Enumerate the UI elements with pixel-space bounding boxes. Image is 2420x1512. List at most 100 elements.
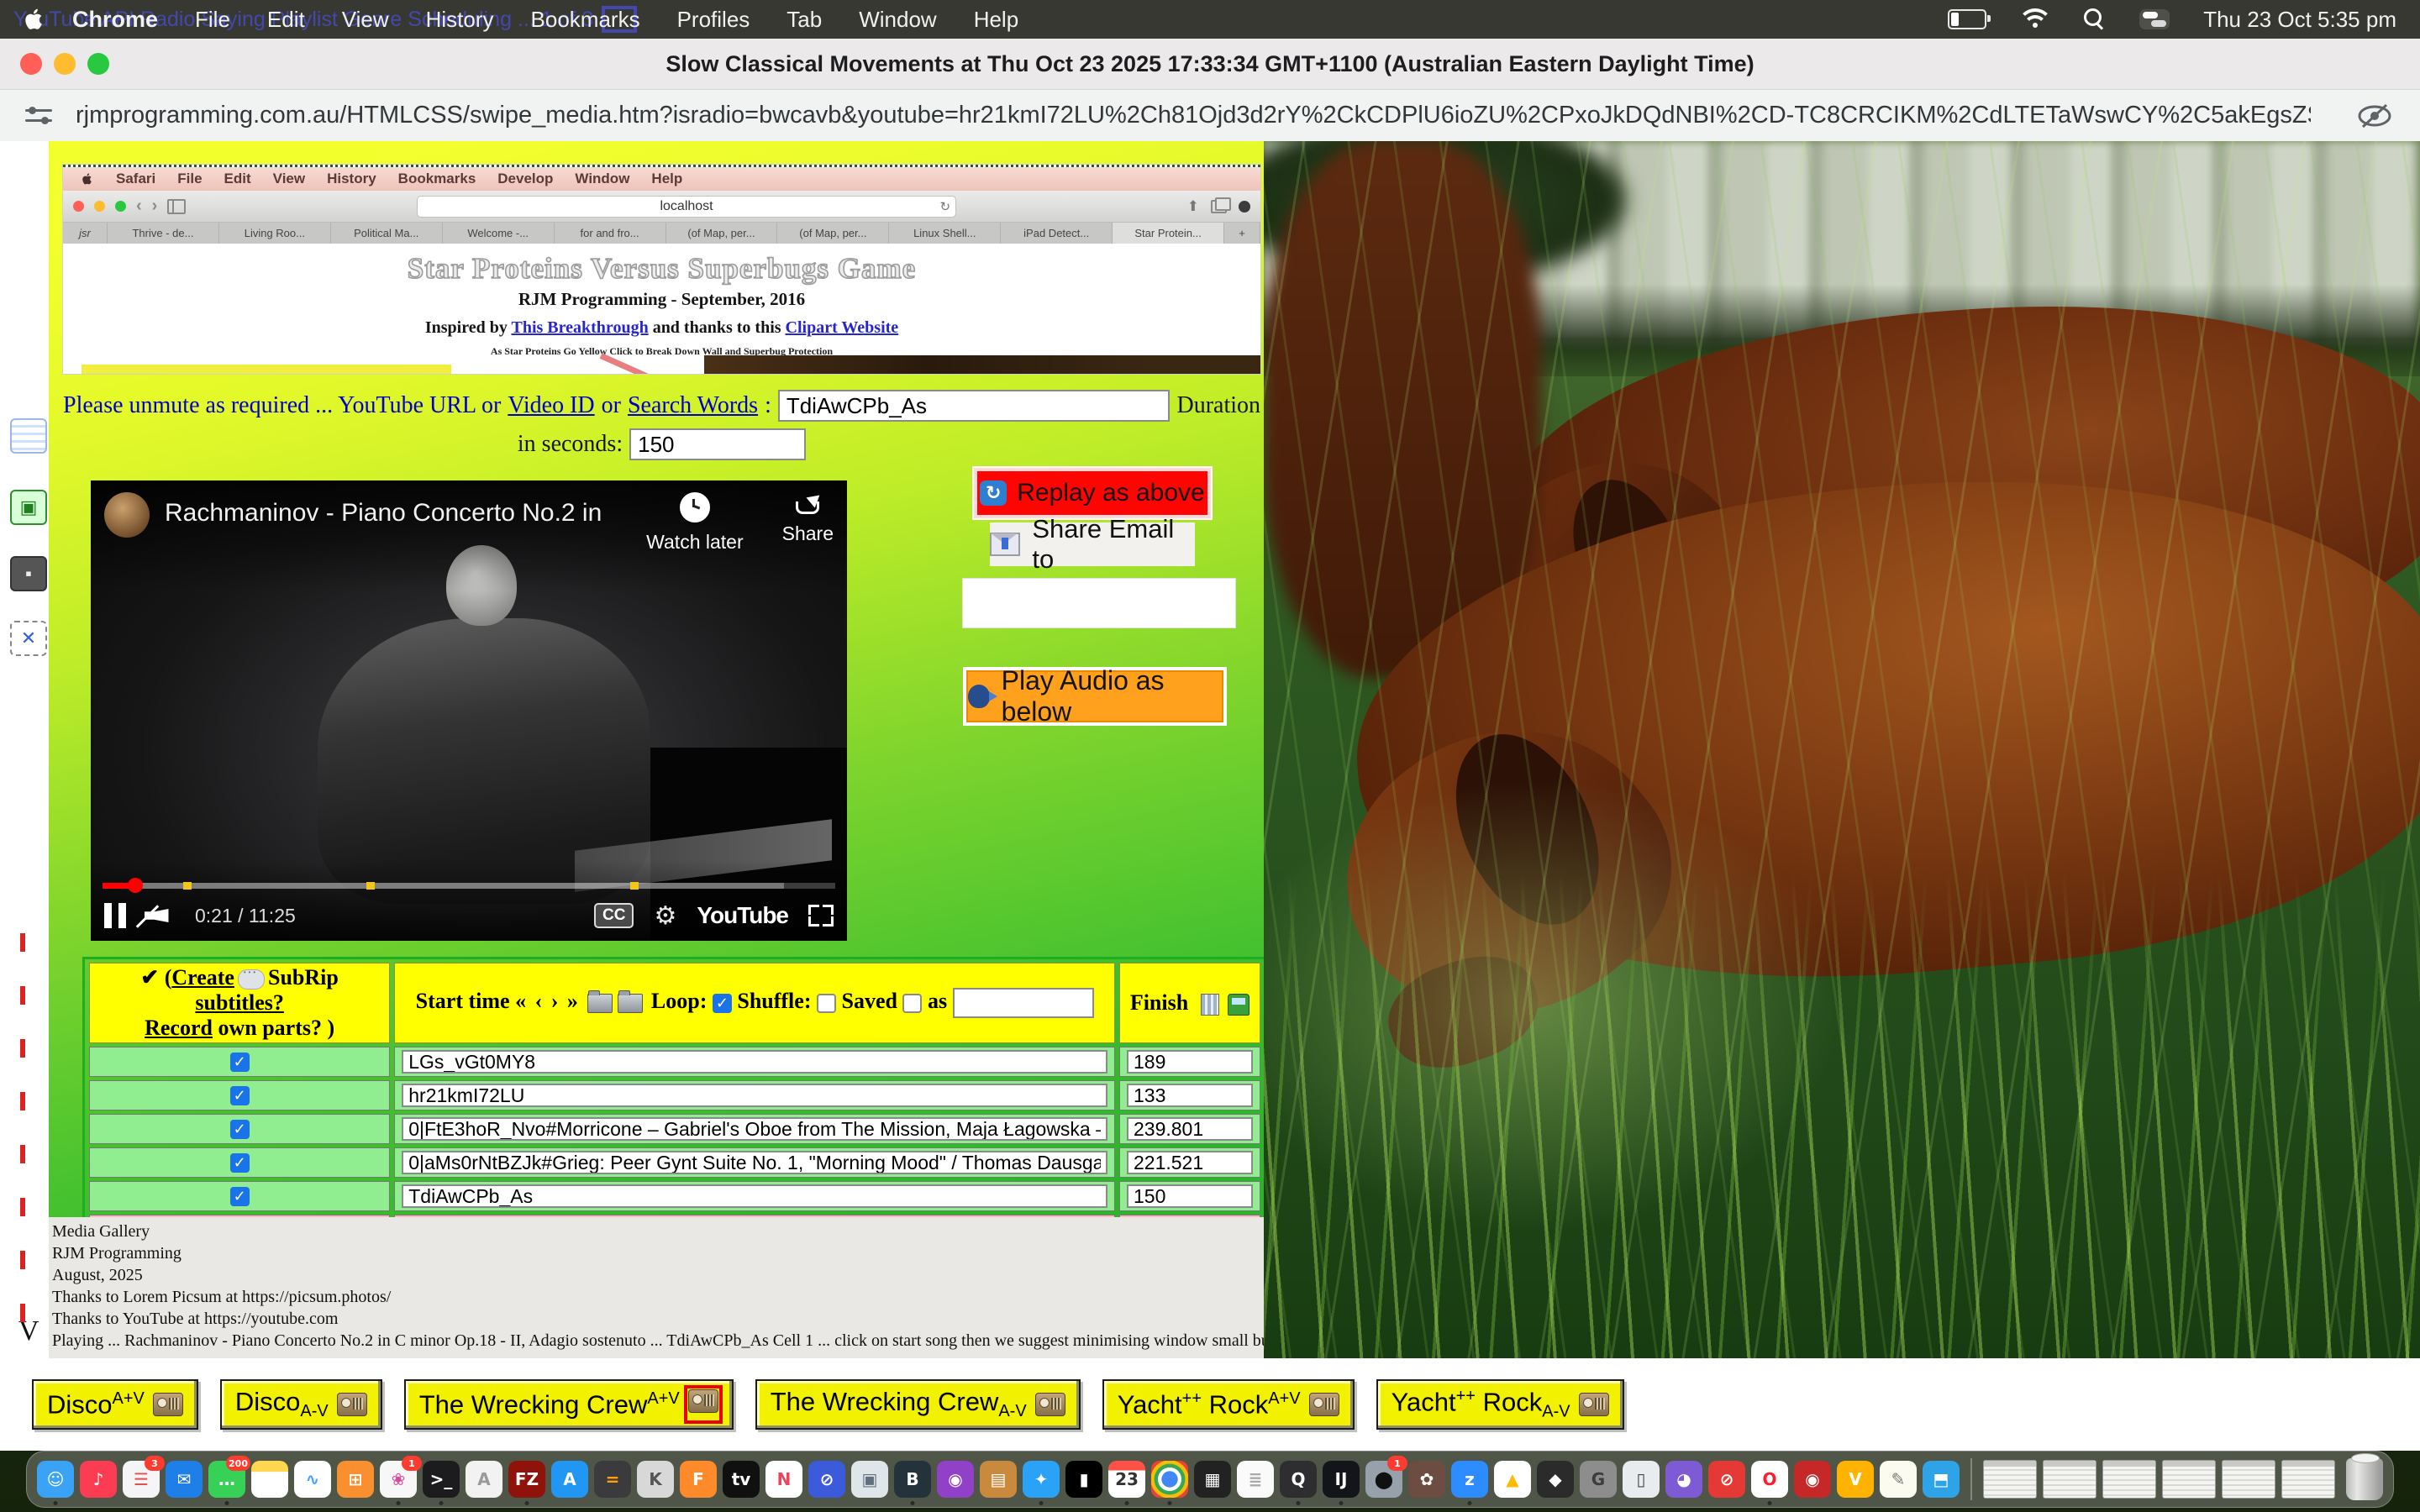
safari-close-button[interactable] <box>73 201 84 212</box>
genre-button-yacht-a-v[interactable]: Yacht++ RockA-V <box>1376 1379 1624 1430</box>
wifi-icon[interactable] <box>2020 8 2050 31</box>
safari-share-icon[interactable]: ⬆ <box>1187 198 1199 215</box>
safari-sidebar-icon[interactable] <box>167 199 186 214</box>
safari-menu-safari[interactable]: Safari <box>116 171 155 187</box>
minimized-window-thumbnail[interactable] <box>2162 1460 2216 1499</box>
youtube-logo[interactable]: YouTube <box>697 902 788 929</box>
genre-button-yacht-a+v[interactable]: Yacht++ RockA+V <box>1102 1379 1355 1430</box>
safari-bookmark-add[interactable]: + <box>1224 223 1260 244</box>
safari-bookmark[interactable]: Living Roo... <box>219 223 331 244</box>
watch-later-button[interactable]: Watch later <box>646 492 743 554</box>
menu-item-view[interactable]: View <box>342 7 389 33</box>
video-id-input[interactable] <box>402 1084 1107 1107</box>
row-checkbox[interactable]: ✓ <box>230 1086 250 1105</box>
zoom-window-button[interactable] <box>87 53 109 75</box>
battery-icon[interactable] <box>1948 9 1986 29</box>
trash-icon[interactable] <box>2346 1458 2383 1500</box>
apple-menu-icon[interactable] <box>24 8 44 31</box>
dock-icon-keychain[interactable]: K <box>637 1461 674 1498</box>
spotlight-icon[interactable] <box>2084 8 2106 30</box>
menu-item-edit[interactable]: Edit <box>267 7 305 33</box>
safari-bookmark[interactable]: (of Map, per... <box>777 223 889 244</box>
genre-button-disco-a+v[interactable]: DiscoA+V <box>32 1379 198 1430</box>
breakthrough-link[interactable]: This Breakthrough <box>511 318 648 337</box>
safari-reload-icon[interactable]: ↻ <box>939 199 950 214</box>
video-id-input[interactable] <box>402 1050 1107 1074</box>
fullscreen-button[interactable] <box>808 905 834 927</box>
dock-icon-music[interactable]: ♪ <box>80 1461 117 1498</box>
dock-icon-firefox[interactable]: F <box>680 1461 717 1498</box>
eye-slash-icon[interactable] <box>2356 102 2393 130</box>
url-bar[interactable]: rjmprogramming.com.au/HTMLCSS/swipe_medi… <box>0 90 2420 142</box>
video-id-input[interactable] <box>402 1184 1107 1208</box>
folder-icon[interactable] <box>587 994 613 1013</box>
dock-icon-messages[interactable]: …200 <box>208 1461 245 1498</box>
safari-zoom-button[interactable] <box>115 201 126 212</box>
progress-scrubber[interactable] <box>128 878 143 893</box>
minimized-window-thumbnail[interactable] <box>2102 1460 2156 1499</box>
dock-icon-notes[interactable]: ▤ <box>251 1461 288 1498</box>
minimized-window-thumbnail[interactable] <box>1983 1460 2037 1499</box>
video-id-input[interactable] <box>402 1117 1107 1141</box>
share-email-button[interactable]: Share Email to <box>990 522 1195 566</box>
play-audio-button[interactable]: Play Audio as below <box>966 670 1223 722</box>
dock-icon-zoom[interactable]: z <box>1451 1461 1488 1498</box>
dock-icon-quicktime[interactable]: Q <box>1280 1461 1317 1498</box>
dock-icon-palette[interactable]: ✿ <box>1408 1461 1445 1498</box>
clipart-link[interactable]: Clipart Website <box>786 318 899 337</box>
dock-icon-books[interactable]: ▤ <box>980 1461 1017 1498</box>
dock-icon-textedit[interactable]: A <box>466 1461 502 1498</box>
menu-item-profiles[interactable]: Profiles <box>677 7 750 33</box>
dock-icon-mail[interactable]: ✉ <box>166 1461 203 1498</box>
dock-icon-chrome[interactable] <box>1151 1461 1188 1498</box>
dock-icon-devcompass[interactable]: ⊘ <box>1708 1461 1745 1498</box>
safari-minimize-button[interactable] <box>94 201 105 212</box>
dock-icon-inkscape[interactable]: ◆ <box>1537 1461 1574 1498</box>
row-checkbox[interactable]: ✓ <box>230 1053 250 1072</box>
safari-address-field[interactable]: localhost ↻ <box>417 196 956 218</box>
dock-icon-camera[interactable]: ◉ <box>1794 1461 1831 1498</box>
dock-icon-preview[interactable]: ▣ <box>851 1461 888 1498</box>
close-window-button[interactable] <box>20 53 42 75</box>
safari-menu-help[interactable]: Help <box>651 171 682 187</box>
safari-forward-icon[interactable]: › <box>152 197 158 216</box>
menu-item-tab[interactable]: Tab <box>786 7 822 33</box>
swap-selection-icon[interactable]: ✕ <box>10 621 47 656</box>
media-id-input[interactable] <box>778 390 1171 422</box>
safari-menu-edit[interactable]: Edit <box>224 171 251 187</box>
dock-icon-disc[interactable]: ⊘ <box>808 1461 845 1498</box>
safari-menu-window[interactable]: Window <box>575 171 629 187</box>
safari-bookmark[interactable]: Welcome -... <box>443 223 555 244</box>
safari-menu-bookmarks[interactable]: Bookmarks <box>398 171 476 187</box>
saved-as-input[interactable] <box>953 988 1094 1018</box>
shuffle-checkbox[interactable] <box>817 994 836 1013</box>
pause-button[interactable] <box>104 903 126 928</box>
safari-bookmark[interactable]: Star Protein... <box>1113 223 1224 244</box>
email-address-input[interactable] <box>962 578 1236 628</box>
video-id-link[interactable]: Video ID <box>508 392 594 419</box>
dock-icon-bbedit[interactable]: B <box>894 1461 931 1498</box>
menu-item-chrome[interactable]: Chrome <box>72 7 158 33</box>
dock-icon-podcasts[interactable]: ◉ <box>937 1461 974 1498</box>
dock-icon-calendar[interactable]: 23 <box>1108 1461 1145 1498</box>
menu-item-history[interactable]: History <box>426 7 494 33</box>
dock-icon-calculator[interactable]: = <box>594 1461 631 1498</box>
document-icon[interactable] <box>10 418 47 454</box>
dock-icon-gimp[interactable]: G <box>1580 1461 1617 1498</box>
finish-seconds-input[interactable] <box>1127 1151 1253 1174</box>
dock-icon-drive[interactable]: ▲ <box>1494 1461 1531 1498</box>
captions-button[interactable]: CC <box>594 903 634 928</box>
row-checkbox[interactable]: ✓ <box>230 1120 250 1139</box>
channel-avatar[interactable] <box>104 492 150 538</box>
safari-bookmark[interactable]: for and fro... <box>555 223 666 244</box>
minimized-window-thumbnail[interactable] <box>2043 1460 2096 1499</box>
dock-icon-intellij[interactable]: IJ <box>1323 1461 1360 1498</box>
minimize-window-button[interactable] <box>54 53 76 75</box>
genre-button-disco-a-v[interactable]: DiscoA-V <box>220 1379 382 1430</box>
nav-chevrons[interactable]: « ‹ › » <box>515 989 580 1013</box>
loop-checkbox[interactable]: ✓ <box>713 994 732 1013</box>
dock-icon-reminders[interactable]: ☰3 <box>123 1461 160 1498</box>
muted-volume-icon[interactable] <box>145 902 176 929</box>
floppy-disk-icon[interactable]: ▪ <box>10 556 47 591</box>
safari-bookmark[interactable]: iPad Detect... <box>1001 223 1113 244</box>
